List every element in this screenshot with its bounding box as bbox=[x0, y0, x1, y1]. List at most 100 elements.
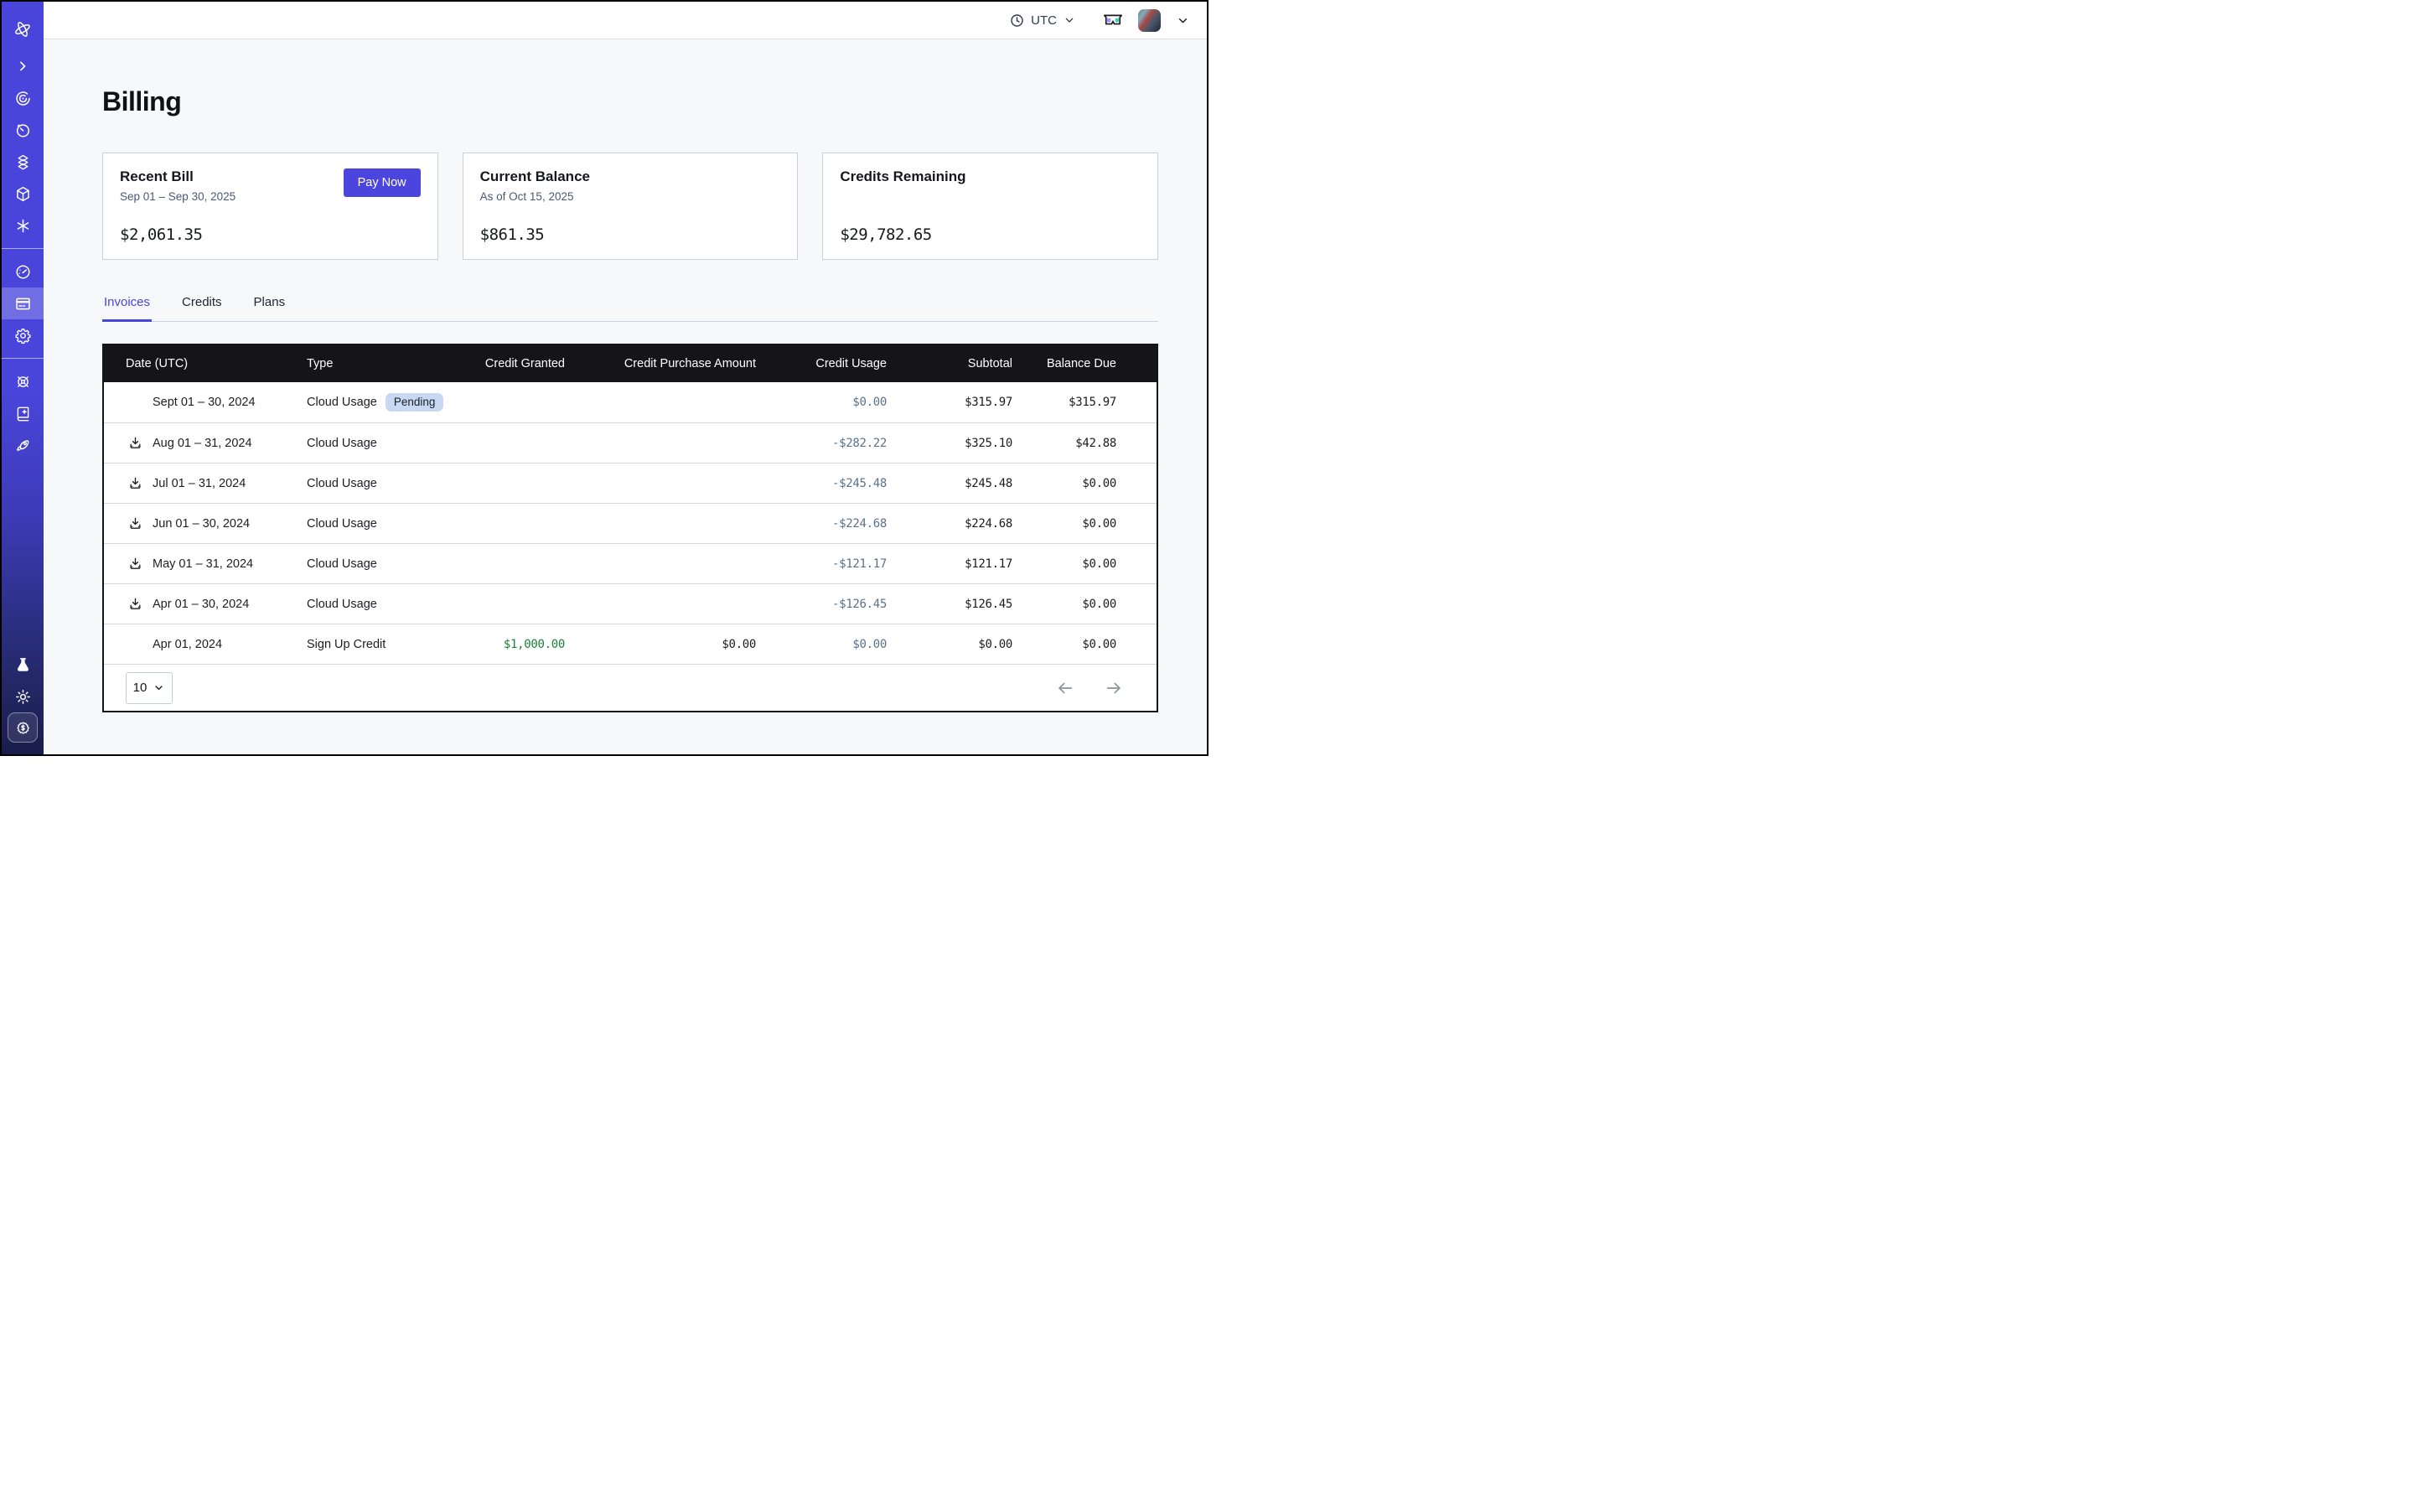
card-amount: $2,061.35 bbox=[120, 225, 421, 244]
tab-credits[interactable]: Credits bbox=[180, 290, 224, 322]
sidebar-item-cube-icon[interactable] bbox=[2, 178, 44, 210]
download-invoice-icon[interactable] bbox=[127, 557, 142, 572]
credit-usage-cell: -$224.68 bbox=[756, 517, 887, 531]
sidebar-item-observe-icon[interactable] bbox=[2, 82, 44, 114]
invoice-type: Cloud Usage bbox=[307, 598, 377, 611]
app-window: UTC Billing Recent Bill Sep 01 – Sep 30,… bbox=[0, 0, 1208, 756]
sidebar bbox=[2, 2, 44, 754]
column-header-credit-granted: Credit Granted bbox=[484, 357, 565, 370]
invoice-period: Apr 01, 2024 bbox=[153, 638, 222, 651]
3d-glasses-icon bbox=[1103, 13, 1123, 27]
table-row: Apr 01 – 30, 2024Cloud Usage-$126.45$126… bbox=[104, 583, 1157, 624]
subtotal-cell: $245.48 bbox=[887, 477, 1012, 490]
card-subtitle bbox=[840, 190, 1141, 205]
table-header: Date (UTC) Type Credit Granted Credit Pu… bbox=[104, 345, 1157, 382]
column-header-credit-purchase-amount: Credit Purchase Amount bbox=[565, 357, 756, 370]
sidebar-item-layers-icon[interactable] bbox=[2, 146, 44, 178]
page-size-select[interactable]: 10 bbox=[126, 672, 173, 704]
account-menu-chevron-icon[interactable] bbox=[1176, 13, 1190, 28]
theme-toggle-sun-icon[interactable] bbox=[2, 681, 44, 712]
invoice-period: May 01 – 31, 2024 bbox=[153, 557, 253, 571]
3d-glasses-button[interactable] bbox=[1103, 13, 1123, 27]
credit-purchase-amount-cell: $0.00 bbox=[565, 638, 756, 651]
billing-tabs: Invoices Credits Plans bbox=[102, 290, 1158, 322]
sidebar-item-timer-icon[interactable] bbox=[2, 114, 44, 146]
invoice-type-cell: Cloud Usage bbox=[307, 598, 484, 611]
current-balance-card: Current Balance As of Oct 15, 2025 $861.… bbox=[463, 153, 799, 260]
invoice-date-cell: Apr 01, 2024 bbox=[104, 637, 307, 652]
column-header-subtotal: Subtotal bbox=[887, 357, 1012, 370]
invoice-date-cell: May 01 – 31, 2024 bbox=[104, 557, 307, 572]
timezone-label: UTC bbox=[1031, 13, 1057, 28]
sidebar-item-flask-icon[interactable] bbox=[2, 649, 44, 681]
invoice-period: Jul 01 – 31, 2024 bbox=[153, 477, 246, 490]
tab-plans[interactable]: Plans bbox=[252, 290, 287, 322]
invoice-type-cell: Cloud Usage bbox=[307, 437, 484, 450]
invoice-type: Cloud Usage bbox=[307, 557, 377, 571]
invoice-date-cell: Jul 01 – 31, 2024 bbox=[104, 476, 307, 491]
page-title: Billing bbox=[102, 86, 1158, 117]
sidebar-divider bbox=[2, 358, 44, 359]
invoice-type-cell: Cloud Usage bbox=[307, 557, 484, 571]
card-subtitle: As of Oct 15, 2025 bbox=[480, 190, 781, 205]
status-badge: Pending bbox=[386, 393, 444, 412]
table-row: Jul 01 – 31, 2024 Cloud Usage -$245.48$245… bbox=[104, 463, 1157, 503]
balance-due-cell: $42.88 bbox=[1012, 437, 1116, 450]
table-row: May 01 – 31, 2024 Cloud Usage -$121.17$121… bbox=[104, 543, 1157, 583]
column-header-credit-usage: Credit Usage bbox=[756, 357, 887, 370]
download-invoice-icon[interactable] bbox=[127, 516, 142, 531]
sidebar-item-settings-gear-icon[interactable] bbox=[2, 319, 44, 351]
table-row: Aug 01 – 31, 2024Cloud Usage-$282.22$325… bbox=[104, 422, 1157, 463]
chevron-down-icon bbox=[1063, 13, 1076, 27]
invoice-period: Sept 01 – 30, 2024 bbox=[153, 396, 256, 409]
card-title: Credits Remaining bbox=[840, 168, 1141, 185]
invoice-type: Cloud Usage bbox=[307, 477, 377, 490]
credit-usage-cell: $0.00 bbox=[756, 638, 887, 651]
logo-orbit-icon[interactable] bbox=[2, 15, 44, 44]
invoice-date-cell: Apr 01 – 30, 2024 bbox=[104, 597, 307, 612]
table-row: Apr 01, 2024Sign Up Credit$1,000.00$0.00… bbox=[104, 624, 1157, 664]
download-invoice-icon[interactable] bbox=[127, 476, 142, 491]
next-page-button[interactable] bbox=[1105, 679, 1123, 697]
sidebar-item-usage-gauge-icon[interactable] bbox=[2, 256, 44, 287]
main-content: Billing Recent Bill Sep 01 – Sep 30, 202… bbox=[44, 39, 1207, 754]
credit-usage-cell: -$126.45 bbox=[756, 598, 887, 611]
balance-due-cell: $0.00 bbox=[1012, 477, 1116, 490]
invoice-type-cell: Sign Up Credit bbox=[307, 638, 484, 651]
balance-due-cell: $0.00 bbox=[1012, 598, 1116, 611]
credit-usage-cell: -$245.48 bbox=[756, 477, 887, 490]
card-title: Current Balance bbox=[480, 168, 781, 185]
credit-usage-cell: -$121.17 bbox=[756, 557, 887, 571]
invoice-date-cell: Aug 01 – 31, 2024 bbox=[104, 436, 307, 451]
invoice-type: Cloud Usage bbox=[307, 517, 377, 531]
avatar[interactable] bbox=[1138, 9, 1161, 32]
recent-bill-card: Recent Bill Sep 01 – Sep 30, 2025 $2,061… bbox=[102, 153, 438, 260]
topbar: UTC bbox=[44, 2, 1207, 39]
sidebar-item-docs-book-icon[interactable] bbox=[2, 397, 44, 429]
balance-due-cell: $0.00 bbox=[1012, 517, 1116, 531]
invoice-period: Jun 01 – 30, 2024 bbox=[153, 517, 250, 531]
sidebar-item-credits-dollar-badge-icon[interactable] bbox=[8, 712, 38, 743]
subtotal-cell: $224.68 bbox=[887, 517, 1012, 531]
sidebar-divider bbox=[2, 248, 44, 249]
prev-page-button[interactable] bbox=[1056, 679, 1074, 697]
page-size-value: 10 bbox=[133, 681, 148, 695]
column-header-date: Date (UTC) bbox=[104, 357, 307, 370]
download-invoice-icon[interactable] bbox=[127, 436, 142, 451]
pay-now-button[interactable]: Pay Now bbox=[344, 168, 421, 197]
invoice-type-cell: Cloud UsagePending bbox=[307, 393, 484, 412]
sidebar-collapse-chevron-icon[interactable] bbox=[2, 50, 44, 82]
sidebar-item-helm-icon[interactable] bbox=[2, 365, 44, 397]
subtotal-cell: $121.17 bbox=[887, 557, 1012, 571]
sidebar-item-rocket-icon[interactable] bbox=[2, 429, 44, 461]
sidebar-item-asterisk-icon[interactable] bbox=[2, 210, 44, 241]
download-invoice-icon[interactable] bbox=[127, 597, 142, 612]
credits-remaining-card: Credits Remaining $29,782.65 bbox=[822, 153, 1158, 260]
timezone-selector[interactable]: UTC bbox=[1009, 13, 1076, 28]
table-row: Sept 01 – 30, 2024Cloud UsagePending$0.0… bbox=[104, 382, 1157, 422]
summary-cards: Recent Bill Sep 01 – Sep 30, 2025 $2,061… bbox=[102, 153, 1158, 260]
tab-invoices[interactable]: Invoices bbox=[102, 290, 152, 322]
sidebar-item-billing-icon[interactable] bbox=[2, 287, 44, 319]
invoices-table: Date (UTC) Type Credit Granted Credit Pu… bbox=[102, 344, 1158, 712]
clock-icon bbox=[1009, 13, 1025, 28]
